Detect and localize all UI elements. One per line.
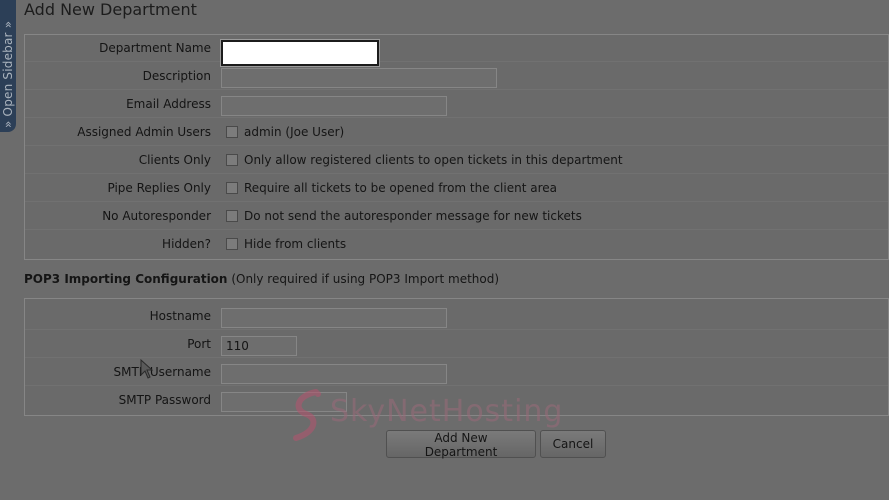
hidden-option-label: Hide from clients (244, 237, 347, 251)
smtp-username-label: SMTP Username (113, 365, 211, 379)
row-department-name: Department Name (25, 35, 888, 66)
row-smtp-username: SMTP Username (25, 359, 888, 386)
row-assigned-admin-users: Assigned Admin Users admin (Joe User) (25, 119, 888, 146)
row-description: Description (25, 63, 888, 90)
row-hidden: Hidden? Hide from clients (25, 231, 888, 258)
row-no-autoresponder: No Autoresponder Do not send the autores… (25, 203, 888, 230)
pop3-heading-title: POP3 Importing Configuration (24, 272, 228, 286)
email-address-input[interactable] (221, 96, 447, 116)
row-pipe-replies-only: Pipe Replies Only Require all tickets to… (25, 175, 888, 202)
watermark-text: SkyNetHosting (330, 394, 564, 429)
port-input[interactable] (221, 336, 297, 356)
smtp-username-input[interactable] (221, 364, 447, 384)
department-name-label: Department Name (99, 41, 211, 55)
pipe-replies-only-label: Pipe Replies Only (107, 181, 211, 195)
skynethosting-logo-icon (293, 389, 321, 441)
pipe-replies-only-option-label: Require all tickets to be opened from th… (244, 181, 557, 195)
hostname-input[interactable] (221, 308, 447, 328)
open-sidebar-tab[interactable]: » Open Sidebar » (0, 0, 16, 132)
no-autoresponder-label: No Autoresponder (102, 209, 211, 223)
assigned-admin-users-label: Assigned Admin Users (77, 125, 211, 139)
clients-only-checkbox[interactable] (226, 154, 238, 166)
smtp-password-label: SMTP Password (118, 393, 211, 407)
description-input[interactable] (221, 68, 497, 88)
page-title: Add New Department (24, 0, 197, 19)
pop3-heading-note: (Only required if using POP3 Import meth… (231, 272, 500, 286)
skynethosting-watermark: SkyNetHosting (288, 386, 618, 446)
no-autoresponder-checkbox[interactable] (226, 210, 238, 222)
description-label: Description (142, 69, 211, 83)
admin-user-checkbox[interactable] (226, 126, 238, 138)
department-form-panel: Department Name Description Email Addres… (24, 34, 889, 260)
mouse-cursor-icon (140, 359, 154, 379)
pop3-section-heading: POP3 Importing Configuration (Only requi… (24, 272, 499, 286)
pipe-replies-only-checkbox[interactable] (226, 182, 238, 194)
hidden-checkbox[interactable] (226, 238, 238, 250)
email-address-label: Email Address (126, 97, 211, 111)
clients-only-label: Clients Only (138, 153, 211, 167)
hidden-label: Hidden? (162, 237, 211, 251)
row-port: Port (25, 331, 888, 358)
port-label: Port (187, 337, 211, 351)
hostname-label: Hostname (149, 309, 211, 323)
row-hostname: Hostname (25, 303, 888, 330)
row-clients-only: Clients Only Only allow registered clien… (25, 147, 888, 174)
open-sidebar-label: » Open Sidebar » (1, 20, 15, 128)
row-email-address: Email Address (25, 91, 888, 118)
clients-only-option-label: Only allow registered clients to open ti… (244, 153, 623, 167)
admin-user-option-label: admin (Joe User) (244, 125, 345, 139)
no-autoresponder-option-label: Do not send the autoresponder message fo… (244, 209, 582, 223)
